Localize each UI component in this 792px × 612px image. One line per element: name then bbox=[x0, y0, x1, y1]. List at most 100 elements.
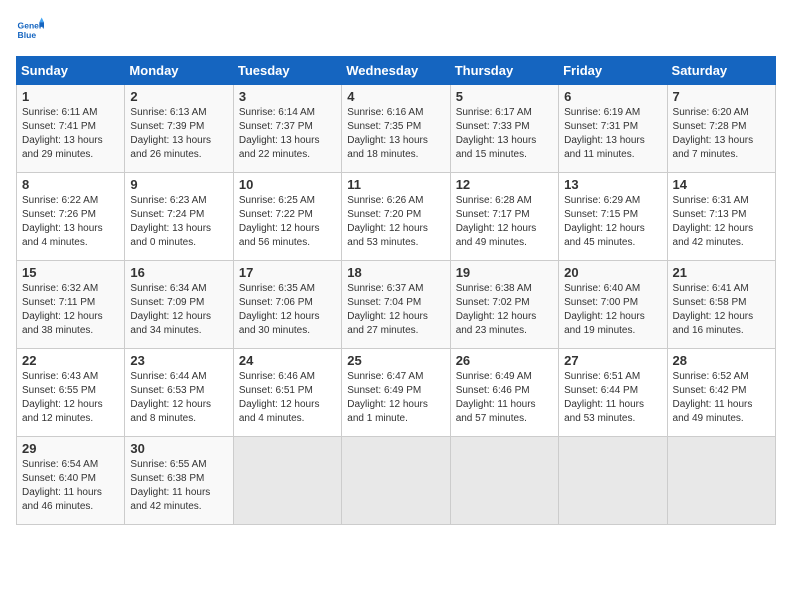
header-row: SundayMondayTuesdayWednesdayThursdayFrid… bbox=[17, 57, 776, 85]
day-number: 27 bbox=[564, 353, 661, 368]
calendar-cell: 19 Sunrise: 6:38 AM Sunset: 7:02 PM Dayli… bbox=[450, 261, 558, 349]
header-day-monday: Monday bbox=[125, 57, 233, 85]
calendar-cell: 27 Sunrise: 6:51 AM Sunset: 6:44 PM Dayli… bbox=[559, 349, 667, 437]
calendar-cell: 20Sunrise: 6:40 AM Sunset: 7:00 PM Dayli… bbox=[559, 261, 667, 349]
calendar-cell: 11 Sunrise: 6:26 AM Sunset: 7:20 PM Dayli… bbox=[342, 173, 450, 261]
calendar-cell: 24 Sunrise: 6:46 AM Sunset: 6:51 PM Dayli… bbox=[233, 349, 341, 437]
day-info: Sunrise: 6:46 AM Sunset: 6:51 PM Dayligh… bbox=[239, 370, 336, 426]
calendar-cell: 15 Sunrise: 6:32 AM Sunset: 7:11 PM Dayli… bbox=[17, 261, 125, 349]
day-info: Sunrise: 6:11 AM Sunset: 7:41 PM Dayligh… bbox=[22, 106, 119, 162]
calendar-cell: 18Sunrise: 6:37 AM Sunset: 7:04 PM Dayli… bbox=[342, 261, 450, 349]
calendar-cell bbox=[342, 437, 450, 525]
calendar-cell: 10 Sunrise: 6:25 AM Sunset: 7:22 PM Dayli… bbox=[233, 173, 341, 261]
calendar-cell: 12Sunrise: 6:28 AM Sunset: 7:17 PM Dayli… bbox=[450, 173, 558, 261]
logo: General Blue bbox=[16, 16, 48, 44]
calendar-cell: 3 Sunrise: 6:14 AM Sunset: 7:37 PM Daylig… bbox=[233, 85, 341, 173]
header-day-friday: Friday bbox=[559, 57, 667, 85]
header-day-thursday: Thursday bbox=[450, 57, 558, 85]
day-info: Sunrise: 6:55 AM Sunset: 6:38 PM Dayligh… bbox=[130, 458, 227, 514]
day-number: 5 bbox=[456, 89, 553, 104]
logo-icon: General Blue bbox=[16, 16, 44, 44]
calendar-cell: 1Sunrise: 6:11 AM Sunset: 7:41 PM Daylig… bbox=[17, 85, 125, 173]
calendar-table: SundayMondayTuesdayWednesdayThursdayFrid… bbox=[16, 56, 776, 525]
day-number: 26 bbox=[456, 353, 553, 368]
day-info: Sunrise: 6:32 AM Sunset: 7:11 PM Dayligh… bbox=[22, 282, 119, 338]
day-number: 7 bbox=[673, 89, 770, 104]
day-info: Sunrise: 6:29 AM Sunset: 7:15 PM Dayligh… bbox=[564, 194, 661, 250]
day-number: 20 bbox=[564, 265, 661, 280]
header-day-sunday: Sunday bbox=[17, 57, 125, 85]
calendar-body: 1Sunrise: 6:11 AM Sunset: 7:41 PM Daylig… bbox=[17, 85, 776, 525]
calendar-cell: 26 Sunrise: 6:49 AM Sunset: 6:46 PM Dayli… bbox=[450, 349, 558, 437]
day-info: Sunrise: 6:20 AM Sunset: 7:28 PM Dayligh… bbox=[673, 106, 770, 162]
day-number: 25 bbox=[347, 353, 444, 368]
calendar-cell: 2Sunrise: 6:13 AM Sunset: 7:39 PM Daylig… bbox=[125, 85, 233, 173]
calendar-cell: 30Sunrise: 6:55 AM Sunset: 6:38 PM Dayli… bbox=[125, 437, 233, 525]
day-info: Sunrise: 6:44 AM Sunset: 6:53 PM Dayligh… bbox=[130, 370, 227, 426]
day-number: 2 bbox=[130, 89, 227, 104]
calendar-cell: 22 Sunrise: 6:43 AM Sunset: 6:55 PM Dayli… bbox=[17, 349, 125, 437]
day-info: Sunrise: 6:37 AM Sunset: 7:04 PM Dayligh… bbox=[347, 282, 444, 338]
day-info: Sunrise: 6:41 AM Sunset: 6:58 PM Dayligh… bbox=[673, 282, 770, 338]
day-info: Sunrise: 6:38 AM Sunset: 7:02 PM Dayligh… bbox=[456, 282, 553, 338]
day-info: Sunrise: 6:28 AM Sunset: 7:17 PM Dayligh… bbox=[456, 194, 553, 250]
page-header: General Blue bbox=[16, 16, 776, 44]
day-info: Sunrise: 6:34 AM Sunset: 7:09 PM Dayligh… bbox=[130, 282, 227, 338]
header-day-wednesday: Wednesday bbox=[342, 57, 450, 85]
day-info: Sunrise: 6:19 AM Sunset: 7:31 PM Dayligh… bbox=[564, 106, 661, 162]
calendar-week-row: 15 Sunrise: 6:32 AM Sunset: 7:11 PM Dayli… bbox=[17, 261, 776, 349]
day-number: 6 bbox=[564, 89, 661, 104]
day-info: Sunrise: 6:49 AM Sunset: 6:46 PM Dayligh… bbox=[456, 370, 553, 426]
day-info: Sunrise: 6:43 AM Sunset: 6:55 PM Dayligh… bbox=[22, 370, 119, 426]
day-info: Sunrise: 6:47 AM Sunset: 6:49 PM Dayligh… bbox=[347, 370, 444, 426]
day-number: 14 bbox=[673, 177, 770, 192]
day-info: Sunrise: 6:54 AM Sunset: 6:40 PM Dayligh… bbox=[22, 458, 119, 514]
calendar-cell: 9 Sunrise: 6:23 AM Sunset: 7:24 PM Daylig… bbox=[125, 173, 233, 261]
calendar-cell: 6 Sunrise: 6:19 AM Sunset: 7:31 PM Daylig… bbox=[559, 85, 667, 173]
day-info: Sunrise: 6:22 AM Sunset: 7:26 PM Dayligh… bbox=[22, 194, 119, 250]
day-info: Sunrise: 6:16 AM Sunset: 7:35 PM Dayligh… bbox=[347, 106, 444, 162]
day-info: Sunrise: 6:31 AM Sunset: 7:13 PM Dayligh… bbox=[673, 194, 770, 250]
day-number: 23 bbox=[130, 353, 227, 368]
day-number: 19 bbox=[456, 265, 553, 280]
calendar-cell: 21 Sunrise: 6:41 AM Sunset: 6:58 PM Dayli… bbox=[667, 261, 775, 349]
day-info: Sunrise: 6:35 AM Sunset: 7:06 PM Dayligh… bbox=[239, 282, 336, 338]
day-number: 15 bbox=[22, 265, 119, 280]
day-number: 8 bbox=[22, 177, 119, 192]
calendar-cell: 7 Sunrise: 6:20 AM Sunset: 7:28 PM Daylig… bbox=[667, 85, 775, 173]
day-number: 29 bbox=[22, 441, 119, 456]
calendar-week-row: 8 Sunrise: 6:22 AM Sunset: 7:26 PM Daylig… bbox=[17, 173, 776, 261]
day-info: Sunrise: 6:14 AM Sunset: 7:37 PM Dayligh… bbox=[239, 106, 336, 162]
day-number: 10 bbox=[239, 177, 336, 192]
calendar-cell bbox=[233, 437, 341, 525]
day-number: 3 bbox=[239, 89, 336, 104]
calendar-cell: 25 Sunrise: 6:47 AM Sunset: 6:49 PM Dayli… bbox=[342, 349, 450, 437]
header-day-tuesday: Tuesday bbox=[233, 57, 341, 85]
day-number: 13 bbox=[564, 177, 661, 192]
day-number: 11 bbox=[347, 177, 444, 192]
day-number: 21 bbox=[673, 265, 770, 280]
calendar-cell: 4 Sunrise: 6:16 AM Sunset: 7:35 PM Daylig… bbox=[342, 85, 450, 173]
calendar-cell: 8 Sunrise: 6:22 AM Sunset: 7:26 PM Daylig… bbox=[17, 173, 125, 261]
calendar-cell: 13 Sunrise: 6:29 AM Sunset: 7:15 PM Dayli… bbox=[559, 173, 667, 261]
calendar-cell bbox=[559, 437, 667, 525]
day-info: Sunrise: 6:23 AM Sunset: 7:24 PM Dayligh… bbox=[130, 194, 227, 250]
day-info: Sunrise: 6:52 AM Sunset: 6:42 PM Dayligh… bbox=[673, 370, 770, 426]
calendar-cell: 14 Sunrise: 6:31 AM Sunset: 7:13 PM Dayli… bbox=[667, 173, 775, 261]
day-number: 9 bbox=[130, 177, 227, 192]
calendar-cell: 16Sunrise: 6:34 AM Sunset: 7:09 PM Dayli… bbox=[125, 261, 233, 349]
calendar-cell: 5 Sunrise: 6:17 AM Sunset: 7:33 PM Daylig… bbox=[450, 85, 558, 173]
header-day-saturday: Saturday bbox=[667, 57, 775, 85]
day-info: Sunrise: 6:25 AM Sunset: 7:22 PM Dayligh… bbox=[239, 194, 336, 250]
calendar-cell: 23 Sunrise: 6:44 AM Sunset: 6:53 PM Dayli… bbox=[125, 349, 233, 437]
day-number: 22 bbox=[22, 353, 119, 368]
calendar-header: SundayMondayTuesdayWednesdayThursdayFrid… bbox=[17, 57, 776, 85]
day-info: Sunrise: 6:51 AM Sunset: 6:44 PM Dayligh… bbox=[564, 370, 661, 426]
day-number: 24 bbox=[239, 353, 336, 368]
day-info: Sunrise: 6:17 AM Sunset: 7:33 PM Dayligh… bbox=[456, 106, 553, 162]
day-number: 4 bbox=[347, 89, 444, 104]
calendar-cell: 17 Sunrise: 6:35 AM Sunset: 7:06 PM Dayli… bbox=[233, 261, 341, 349]
day-number: 17 bbox=[239, 265, 336, 280]
calendar-week-row: 29 Sunrise: 6:54 AM Sunset: 6:40 PM Dayli… bbox=[17, 437, 776, 525]
day-info: Sunrise: 6:26 AM Sunset: 7:20 PM Dayligh… bbox=[347, 194, 444, 250]
